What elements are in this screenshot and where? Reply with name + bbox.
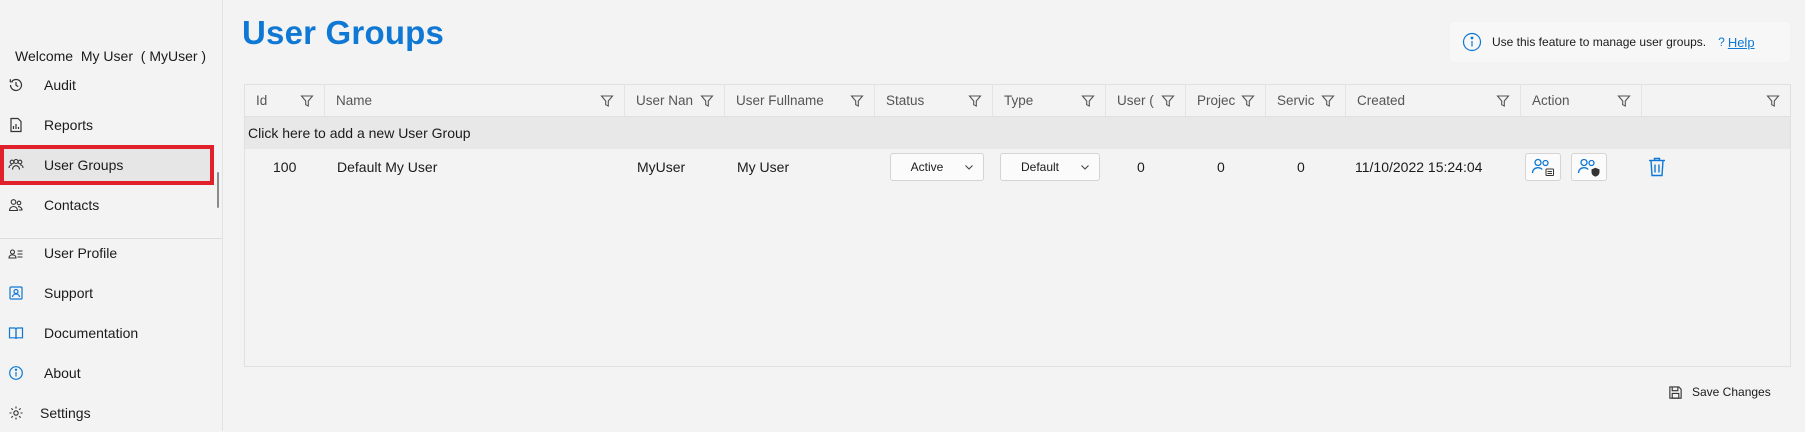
filter-icon[interactable] — [1321, 94, 1335, 108]
type-dropdown[interactable]: Default — [1000, 153, 1100, 181]
cell-id: 100 — [273, 159, 297, 175]
column-header-status[interactable]: Status — [875, 85, 993, 116]
cell-name: Default My User — [337, 159, 438, 175]
filter-icon[interactable] — [700, 94, 714, 108]
user-groups-icon — [8, 157, 24, 173]
filter-icon[interactable] — [1081, 94, 1095, 108]
info-banner: Use this feature to manage user groups. … — [1450, 22, 1790, 62]
page-title: User Groups — [242, 14, 445, 51]
column-header-projects[interactable]: Projec — [1186, 85, 1266, 116]
sidebar-item-support[interactable]: Support — [0, 274, 222, 312]
add-row-label: Click here to add a new User Group — [248, 125, 471, 141]
filter-icon[interactable] — [1766, 94, 1780, 108]
status-value: Active — [910, 160, 944, 174]
gear-icon — [8, 405, 24, 421]
info-text: Use this feature to manage user groups. — [1492, 35, 1707, 49]
user-profile-icon — [8, 245, 24, 261]
manage-group-permissions-button[interactable] — [1571, 153, 1607, 181]
sidebar-item-user-profile[interactable]: User Profile — [0, 233, 222, 273]
save-changes-button[interactable]: Save Changes — [1668, 380, 1771, 404]
column-header-users[interactable]: User ( — [1106, 85, 1186, 116]
column-header-id[interactable]: Id — [245, 85, 325, 116]
filter-icon[interactable] — [1241, 94, 1255, 108]
filter-icon[interactable] — [600, 94, 614, 108]
cell-services: 0 — [1297, 159, 1305, 175]
cell-projects: 0 — [1217, 159, 1225, 175]
sidebar-item-label: Reports — [44, 117, 94, 133]
save-changes-label: Save Changes — [1692, 385, 1771, 399]
column-header-services[interactable]: Servic — [1266, 85, 1346, 116]
column-header-type[interactable]: Type — [993, 85, 1106, 116]
group-users-icon — [1531, 158, 1554, 176]
group-permissions-icon — [1577, 158, 1600, 177]
sidebar-item-user-groups[interactable]: User Groups — [0, 145, 214, 185]
sidebar: Welcome My User ( MyUser ) Audit Reports… — [0, 0, 223, 431]
status-dropdown[interactable]: Active — [890, 153, 984, 181]
add-new-user-group-row[interactable]: Click here to add a new User Group — [245, 117, 1790, 149]
sidebar-item-label: Support — [44, 285, 94, 301]
sidebar-item-reports[interactable]: Reports — [0, 106, 222, 144]
column-header-created[interactable]: Created — [1346, 85, 1521, 116]
sidebar-item-label: User Profile — [44, 245, 118, 261]
column-header-delete[interactable] — [1642, 85, 1790, 116]
chevron-down-icon — [1081, 165, 1089, 170]
trash-icon — [1649, 157, 1665, 177]
filter-icon[interactable] — [850, 94, 864, 108]
table-row[interactable]: 100 Default My User MyUser My User Activ… — [245, 149, 1790, 185]
sidebar-item-settings[interactable]: Settings — [0, 394, 222, 432]
column-header-name[interactable]: Name — [325, 85, 625, 116]
help-question-icon: ? — [1718, 35, 1725, 49]
info-icon — [8, 365, 24, 381]
filter-icon[interactable] — [1496, 94, 1510, 108]
cell-user-name: MyUser — [637, 159, 686, 175]
grid-header: Id Name User Nan User Fullname Status Ty… — [245, 85, 1790, 117]
history-icon — [8, 77, 24, 93]
user-groups-grid: Id Name User Nan User Fullname Status Ty… — [244, 84, 1791, 367]
help-link-label: Help — [1727, 34, 1755, 50]
report-icon — [8, 117, 24, 133]
filter-icon[interactable] — [968, 94, 982, 108]
manage-group-users-button[interactable] — [1525, 153, 1561, 181]
save-icon — [1669, 385, 1682, 399]
column-header-action[interactable]: Action — [1521, 85, 1642, 116]
sidebar-item-about[interactable]: About — [0, 354, 222, 392]
sidebar-item-label: Documentation — [44, 325, 139, 341]
filter-icon[interactable] — [300, 94, 314, 108]
cell-user-fullname: My User — [737, 159, 790, 175]
type-value: Default — [1020, 160, 1060, 174]
sidebar-item-documentation[interactable]: Documentation — [0, 314, 222, 352]
column-header-user-name[interactable]: User Nan — [625, 85, 725, 116]
filter-icon[interactable] — [1161, 94, 1175, 108]
info-icon — [1462, 32, 1482, 52]
sidebar-item-label: Audit — [44, 77, 76, 93]
sidebar-item-label: User Groups — [44, 157, 124, 173]
support-icon — [8, 285, 24, 301]
sidebar-item-contacts[interactable]: Contacts — [0, 186, 222, 224]
sidebar-item-label: Contacts — [44, 197, 100, 213]
sidebar-item-label: Settings — [40, 405, 91, 421]
filter-icon[interactable] — [1617, 94, 1631, 108]
sidebar-item-audit[interactable]: Audit — [0, 66, 222, 104]
sidebar-scrollbar[interactable] — [217, 172, 219, 208]
sidebar-item-label: About — [44, 365, 81, 381]
cell-created: 11/10/2022 15:24:04 — [1355, 159, 1483, 175]
help-link[interactable]: ? Help — [1718, 35, 1754, 50]
contacts-icon — [8, 197, 24, 213]
chevron-down-icon — [965, 165, 973, 170]
cell-users: 0 — [1137, 159, 1145, 175]
delete-button[interactable] — [1645, 155, 1669, 179]
welcome-text: Welcome My User ( MyUser ) — [15, 48, 207, 64]
column-header-user-fullname[interactable]: User Fullname — [725, 85, 875, 116]
book-icon — [8, 325, 24, 341]
